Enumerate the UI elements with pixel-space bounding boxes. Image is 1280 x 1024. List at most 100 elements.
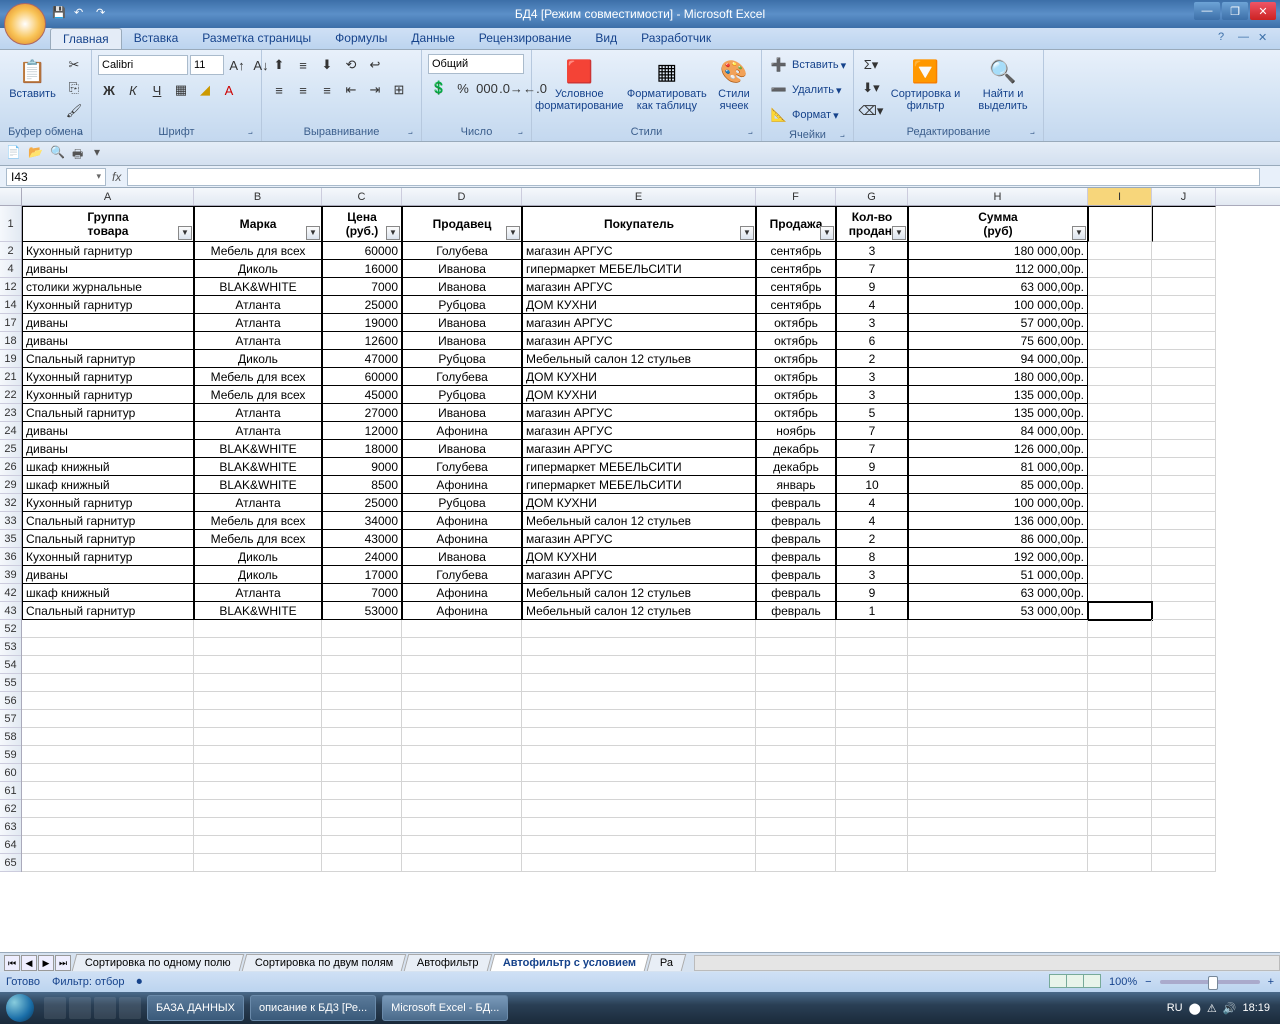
row-header[interactable]: 17 [0, 314, 21, 332]
zoom-slider[interactable] [1160, 980, 1260, 984]
redo-icon[interactable]: ↷ [96, 6, 112, 22]
sheet-tab[interactable]: Сортировка по двум полям [242, 954, 407, 971]
table-cell[interactable]: 7 [836, 440, 908, 458]
table-cell[interactable] [908, 620, 1088, 638]
table-cell[interactable] [522, 800, 756, 818]
column-header[interactable]: E [522, 188, 756, 205]
italic-button[interactable]: К [122, 79, 144, 101]
close-button[interactable]: ✕ [1250, 2, 1276, 20]
table-cell[interactable] [194, 620, 322, 638]
tab-prev-icon[interactable]: ◀ [21, 955, 37, 971]
table-cell[interactable] [322, 638, 402, 656]
table-cell[interactable]: февраль [756, 566, 836, 584]
more-icon[interactable]: ▾ [94, 145, 112, 163]
table-cell[interactable] [1152, 728, 1216, 746]
table-cell[interactable] [908, 764, 1088, 782]
table-cell[interactable] [1152, 368, 1216, 386]
table-cell[interactable]: Спальный гарнитур [22, 602, 194, 620]
table-cell[interactable]: 63 000,00р. [908, 584, 1088, 602]
table-cell[interactable]: магазин АРГУС [522, 404, 756, 422]
table-cell[interactable]: 84 000,00р. [908, 422, 1088, 440]
table-cell[interactable]: шкаф книжный [22, 476, 194, 494]
table-cell[interactable] [402, 764, 522, 782]
table-cell[interactable] [908, 746, 1088, 764]
table-cell[interactable] [1152, 602, 1216, 620]
table-cell[interactable] [836, 854, 908, 872]
open-icon[interactable]: 📂 [28, 145, 46, 163]
table-cell[interactable]: магазин АРГУС [522, 530, 756, 548]
table-cell[interactable] [1088, 566, 1152, 584]
table-cell[interactable] [836, 764, 908, 782]
table-cell[interactable]: 135 000,00р. [908, 386, 1088, 404]
zoom-out-icon[interactable]: − [1145, 976, 1151, 988]
table-cell[interactable]: октябрь [756, 350, 836, 368]
ribbon-tab[interactable]: Разметка страницы [190, 28, 323, 49]
table-cell[interactable]: Атланта [194, 494, 322, 512]
table-cell[interactable]: февраль [756, 584, 836, 602]
row-header[interactable]: 26 [0, 458, 21, 476]
table-cell[interactable] [1088, 242, 1152, 260]
table-cell[interactable]: BLAK&WHITE [194, 458, 322, 476]
table-cell[interactable] [836, 728, 908, 746]
table-cell[interactable] [1152, 386, 1216, 404]
autosum-icon[interactable]: Σ▾ [860, 54, 882, 76]
table-cell[interactable]: диваны [22, 314, 194, 332]
table-cell[interactable] [1152, 818, 1216, 836]
column-header[interactable]: I [1088, 188, 1152, 205]
cells-area[interactable]: Группатовара▼Марка▼Цена(руб.)▼Продавец▼П… [22, 206, 1280, 872]
sheet-tab[interactable]: Сортировка по одному полю [72, 954, 244, 971]
office-button[interactable] [4, 3, 46, 45]
table-cell[interactable]: январь [756, 476, 836, 494]
table-cell[interactable]: 3 [836, 368, 908, 386]
fill-icon[interactable]: ⬇▾ [860, 77, 882, 99]
table-cell[interactable]: Атланта [194, 332, 322, 350]
table-header-cell[interactable]: Цена(руб.)▼ [322, 206, 402, 242]
table-header-cell[interactable]: Продажа▼ [756, 206, 836, 242]
table-cell[interactable]: Спальный гарнитур [22, 350, 194, 368]
table-cell[interactable]: Спальный гарнитур [22, 404, 194, 422]
column-header[interactable]: A [22, 188, 194, 205]
table-cell[interactable] [836, 638, 908, 656]
table-cell[interactable]: 112 000,00р. [908, 260, 1088, 278]
ribbon-minimize-icon[interactable]: — [1238, 31, 1252, 45]
inc-decimal-icon[interactable]: .0→ [500, 77, 522, 99]
table-cell[interactable] [402, 800, 522, 818]
table-cell[interactable]: 10 [836, 476, 908, 494]
table-cell[interactable]: 17000 [322, 566, 402, 584]
table-cell[interactable]: Мебель для всех [194, 530, 322, 548]
table-cell[interactable]: 6 [836, 332, 908, 350]
table-cell[interactable]: Голубева [402, 242, 522, 260]
table-cell[interactable]: Спальный гарнитур [22, 512, 194, 530]
table-cell[interactable] [1152, 764, 1216, 782]
table-cell[interactable] [402, 674, 522, 692]
table-cell[interactable] [908, 674, 1088, 692]
table-cell[interactable]: 4 [836, 494, 908, 512]
column-header[interactable]: G [836, 188, 908, 205]
table-cell[interactable]: 7 [836, 260, 908, 278]
table-cell[interactable]: магазин АРГУС [522, 278, 756, 296]
table-cell[interactable] [756, 818, 836, 836]
clock[interactable]: 18:19 [1242, 1002, 1270, 1014]
table-cell[interactable]: 94 000,00р. [908, 350, 1088, 368]
table-cell[interactable] [1152, 530, 1216, 548]
select-all-corner[interactable] [0, 188, 22, 205]
table-cell[interactable]: декабрь [756, 440, 836, 458]
table-cell[interactable] [1152, 548, 1216, 566]
table-cell[interactable]: 34000 [322, 512, 402, 530]
table-cell[interactable]: 5 [836, 404, 908, 422]
explorer-icon[interactable] [69, 997, 91, 1019]
table-cell[interactable] [1088, 800, 1152, 818]
table-cell[interactable] [836, 710, 908, 728]
table-cell[interactable] [22, 620, 194, 638]
table-cell[interactable]: диваны [22, 422, 194, 440]
table-cell[interactable] [1088, 386, 1152, 404]
tray-icon[interactable]: ⬤ [1189, 1002, 1201, 1015]
table-cell[interactable]: 180 000,00р. [908, 242, 1088, 260]
table-cell[interactable] [1152, 674, 1216, 692]
column-header[interactable]: B [194, 188, 322, 205]
column-header[interactable]: J [1152, 188, 1216, 205]
table-cell[interactable]: Мебель для всех [194, 512, 322, 530]
table-cell[interactable] [1152, 350, 1216, 368]
table-cell[interactable]: диваны [22, 332, 194, 350]
table-cell[interactable]: 16000 [322, 260, 402, 278]
